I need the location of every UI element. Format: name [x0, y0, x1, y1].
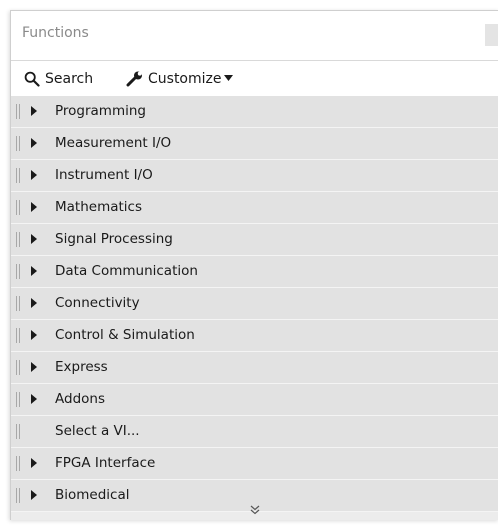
- triangle-right-icon[interactable]: [31, 170, 37, 180]
- search-icon: [24, 71, 40, 87]
- more-items-button[interactable]: [11, 499, 498, 520]
- category-list: Programming Measurement I/O Instrument I/O…: [11, 96, 498, 512]
- palette-item-signal-processing[interactable]: Signal Processing: [11, 224, 498, 256]
- palette-item-label: Addons: [55, 391, 105, 407]
- palette-item-label: Control & Simulation: [55, 327, 195, 343]
- palette-item-label: Mathematics: [55, 199, 142, 215]
- drag-grip-icon[interactable]: [16, 296, 20, 311]
- triangle-right-icon[interactable]: [31, 138, 37, 148]
- palette-item-control-simulation[interactable]: Control & Simulation: [11, 320, 498, 352]
- wrench-icon: [126, 71, 144, 87]
- palette-item-label: Signal Processing: [55, 231, 173, 247]
- drag-grip-icon[interactable]: [16, 136, 20, 151]
- triangle-right-icon[interactable]: [31, 234, 37, 244]
- caret-down-icon: [223, 75, 233, 82]
- functions-palette: Functions Search Customize Programming M…: [10, 10, 498, 520]
- drag-grip-icon[interactable]: [16, 232, 20, 247]
- drag-grip-icon[interactable]: [16, 168, 20, 183]
- palette-item-measurement-i-o[interactable]: Measurement I/O: [11, 128, 498, 160]
- drag-grip-icon[interactable]: [16, 360, 20, 375]
- drag-grip-icon[interactable]: [16, 424, 20, 439]
- search-label: Search: [45, 70, 94, 87]
- triangle-right-icon[interactable]: [31, 266, 37, 276]
- palette-item-label: Programming: [55, 103, 146, 119]
- search-button[interactable]: Search: [24, 61, 93, 96]
- triangle-right-icon[interactable]: [31, 330, 37, 340]
- palette-item-connectivity[interactable]: Connectivity: [11, 288, 498, 320]
- triangle-right-icon[interactable]: [31, 458, 37, 468]
- palette-title: Functions: [22, 25, 89, 41]
- palette-item-instrument-i-o[interactable]: Instrument I/O: [11, 160, 498, 192]
- drag-grip-icon[interactable]: [16, 264, 20, 279]
- palette-item-addons[interactable]: Addons: [11, 384, 498, 416]
- triangle-right-icon[interactable]: [31, 202, 37, 212]
- customize-button[interactable]: Customize: [126, 61, 233, 96]
- triangle-right-icon[interactable]: [31, 298, 37, 308]
- triangle-right-icon[interactable]: [31, 106, 37, 116]
- palette-item-label: Select a VI...: [55, 423, 140, 439]
- palette-item-label: Express: [55, 359, 108, 375]
- palette-item-label: FPGA Interface: [55, 455, 156, 471]
- drag-grip-icon[interactable]: [16, 392, 20, 407]
- drag-grip-icon[interactable]: [16, 200, 20, 215]
- drag-grip-icon[interactable]: [16, 328, 20, 343]
- double-chevron-down-icon: [250, 500, 260, 519]
- triangle-right-icon[interactable]: [31, 394, 37, 404]
- palette-item-data-communication[interactable]: Data Communication: [11, 256, 498, 288]
- palette-item-fpga-interface[interactable]: FPGA Interface: [11, 448, 498, 480]
- palette-item-mathematics[interactable]: Mathematics: [11, 192, 498, 224]
- triangle-right-icon[interactable]: [31, 362, 37, 372]
- close-button[interactable]: [485, 24, 498, 46]
- palette-toolbar: Search Customize: [11, 61, 498, 96]
- drag-grip-icon[interactable]: [16, 456, 20, 471]
- palette-item-express[interactable]: Express: [11, 352, 498, 384]
- palette-item-label: Instrument I/O: [55, 167, 153, 183]
- palette-item-label: Data Communication: [55, 263, 198, 279]
- palette-item-select-a-vi[interactable]: Select a VI...: [11, 416, 498, 448]
- drag-grip-icon[interactable]: [16, 104, 20, 119]
- palette-item-label: Measurement I/O: [55, 135, 172, 151]
- palette-item-programming[interactable]: Programming: [11, 96, 498, 128]
- customize-label: Customize: [148, 70, 222, 87]
- palette-titlebar: Functions: [11, 11, 498, 61]
- palette-item-label: Connectivity: [55, 295, 140, 311]
